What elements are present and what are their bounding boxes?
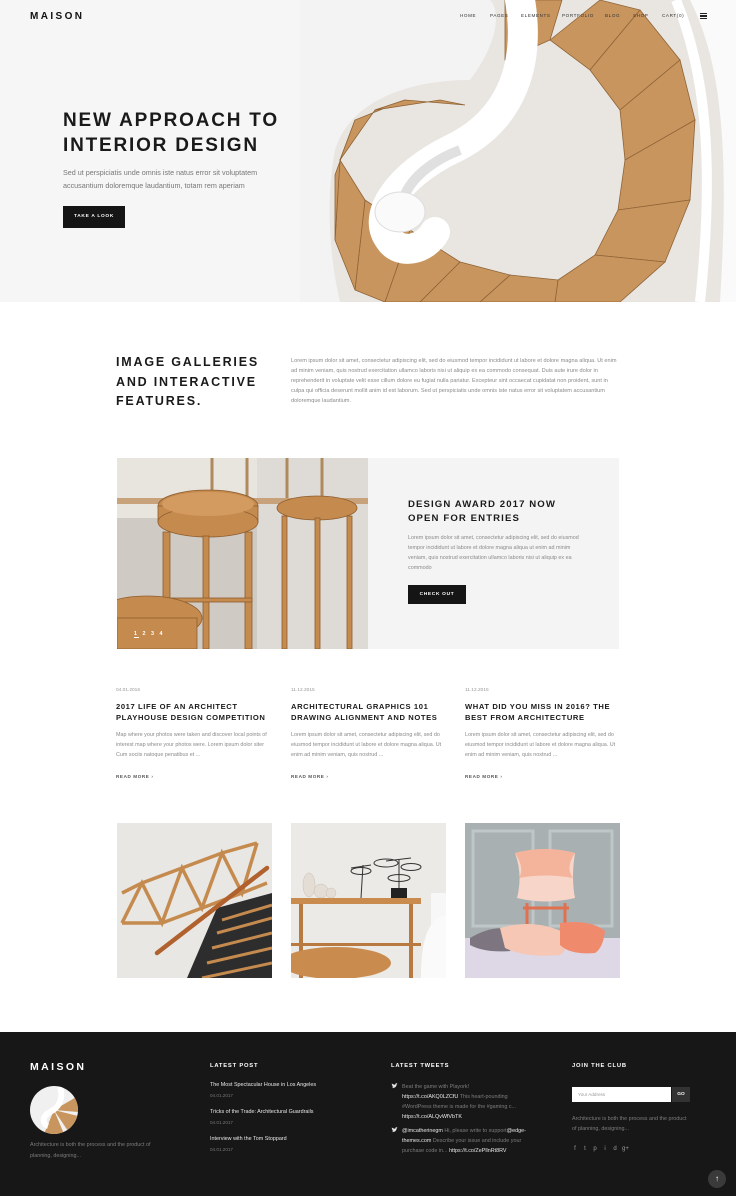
features-title: IMAGE GALLERIES AND INTERACTIVE FEATURES… [116, 355, 259, 408]
email-field[interactable]: Your Address [572, 1087, 671, 1102]
read-more-link[interactable]: READ MORE › [116, 774, 153, 779]
twitter-icon [391, 1127, 398, 1133]
gallery-staircase-railing-image[interactable] [117, 823, 272, 978]
nav-blog[interactable]: BLOG [605, 13, 633, 18]
post-title[interactable]: WHAT DID YOU MISS IN 2016? THE BEST FROM… [465, 702, 620, 723]
tweet-text: Beat the game with Playork! [402, 1084, 470, 1090]
blog-post: 11.12.2015 WHAT DID YOU MISS IN 2016? TH… [465, 688, 620, 779]
nav-elements[interactable]: ELEMENTS [521, 13, 562, 18]
social-links: f t p i d g+ [572, 1146, 629, 1152]
nav-pages[interactable]: PAGES [490, 13, 521, 18]
gallery-cushions-image[interactable] [465, 823, 620, 978]
pager-item[interactable]: 2 [143, 631, 148, 637]
nav-shop[interactable]: SHOP [633, 13, 662, 18]
footer-post-date: 04.01.2017 [210, 1093, 233, 1098]
nav-home[interactable]: HOME [460, 13, 490, 18]
footer-post-item[interactable]: Tricks of the Trade: Architectural Guard… [210, 1109, 313, 1125]
footer-post-title[interactable]: Tricks of the Trade: Architectural Guard… [210, 1109, 313, 1115]
twitter-icon[interactable]: t [582, 1146, 588, 1152]
latest-post-heading: LATEST POST [210, 1063, 259, 1069]
instagram-icon[interactable]: i [602, 1146, 608, 1152]
footer-post-item[interactable]: The Most Spectacular House in Los Angele… [210, 1082, 316, 1098]
back-to-top-button[interactable]: ↑ [708, 1170, 726, 1188]
hero-title: NEW APPROACH TO INTERIOR DESIGN [63, 110, 279, 156]
dribbble-icon[interactable]: d [612, 1146, 618, 1152]
join-club-text: Architecture is both the process and the… [572, 1116, 687, 1132]
post-excerpt: Lorem ipsum dolor sit amet, consectetur … [465, 732, 616, 758]
google-plus-icon[interactable]: g+ [622, 1146, 629, 1152]
blog-post: 11.12.2015 ARCHITECTURAL GRAPHICS 101 DR… [291, 688, 446, 779]
pinterest-icon[interactable]: p [592, 1146, 598, 1152]
tweet-mention[interactable]: @imcatherinegm [402, 1128, 443, 1134]
join-club-heading: JOIN THE CLUB [572, 1063, 627, 1069]
pager-item[interactable]: 3 [151, 631, 156, 637]
post-title[interactable]: ARCHITECTURAL GRAPHICS 101 DRAWING ALIGN… [291, 702, 446, 723]
twitter-icon [391, 1083, 398, 1089]
award-title: DESIGN AWARD 2017 NOW OPEN FOR ENTRIES [408, 499, 557, 524]
pager-item[interactable]: 4 [160, 631, 165, 637]
features-text: Lorem ipsum dolor sit amet, consectetur … [291, 358, 617, 404]
hamburger-menu-icon[interactable] [700, 13, 707, 19]
hero-description: Sed ut perspiciatis unde omnis iste natu… [63, 168, 258, 190]
read-more-link[interactable]: READ MORE › [291, 774, 328, 779]
footer-logo[interactable]: MAISON [30, 1061, 86, 1073]
post-date: 04.01.2016 [116, 688, 141, 693]
go-button[interactable]: GO [672, 1087, 690, 1102]
tweet-link[interactable]: https://t.co/AKQ0LZCfU [402, 1094, 458, 1100]
post-excerpt: Map where your photos were taken and dis… [116, 732, 267, 758]
nav-cart[interactable]: CART(0) [662, 13, 692, 18]
spiral-staircase-image [300, 0, 736, 302]
tweet-text: Hi, please write to support [444, 1128, 507, 1134]
footer-post-date: 04.01.2017 [210, 1120, 233, 1125]
tweet-item: @imcatherinegm Hi, please write to suppo… [391, 1126, 526, 1156]
gallery-console-table-image[interactable] [291, 823, 446, 978]
site-logo[interactable]: MAISON [30, 11, 84, 22]
latest-tweets-heading: LATEST TWEETS [391, 1063, 450, 1069]
footer-post-title[interactable]: Interview with the Tom Stoppard [210, 1136, 287, 1142]
footer-about-text: Architecture is both the process and the… [30, 1142, 151, 1159]
hero-section: NEW APPROACH TO INTERIOR DESIGN Sed ut p… [0, 0, 736, 302]
post-date: 11.12.2015 [465, 688, 489, 693]
main-nav: HOME PAGES ELEMENTS PORTFOLIO BLOG SHOP … [460, 13, 692, 18]
footer-post-date: 04.01.2017 [210, 1147, 233, 1152]
post-excerpt: Lorem ipsum dolor sit amet, consectetur … [291, 732, 442, 758]
nav-portfolio[interactable]: PORTFOLIO [562, 13, 605, 18]
blog-post: 04.01.2016 2017 LIFE OF AN ARCHITECT PLA… [116, 688, 271, 779]
tweet-link[interactable]: https://t.co/ZePllnRt8RV [449, 1148, 506, 1154]
footer-post-title[interactable]: The Most Spectacular House in Los Angele… [210, 1082, 316, 1088]
post-title[interactable]: 2017 LIFE OF AN ARCHITECT PLAYHOUSE DESI… [116, 702, 271, 723]
take-a-look-button[interactable]: TAKE A LOOK [63, 206, 125, 228]
post-date: 11.12.2015 [291, 688, 315, 693]
site-header: MAISON HOME PAGES ELEMENTS PORTFOLIO BLO… [0, 0, 736, 34]
read-more-link[interactable]: READ MORE › [465, 774, 502, 779]
award-text: Lorem ipsum dolor sit amet, consectetur … [408, 535, 579, 571]
slider-pager: 1 2 3 4 [134, 631, 165, 638]
facebook-icon[interactable]: f [572, 1146, 578, 1152]
wooden-stools-image [117, 458, 368, 649]
pager-item[interactable]: 1 [134, 631, 139, 638]
footer-post-item[interactable]: Interview with the Tom Stoppard 04.01.20… [210, 1136, 287, 1152]
tweet-item: Beat the game with Playork! https://t.co… [391, 1082, 526, 1122]
footer-about-image [30, 1086, 78, 1134]
check-out-button[interactable]: CHECK OUT [408, 585, 466, 604]
tweet-link[interactable]: https://t.co/ALQvWfVbTK [402, 1114, 462, 1120]
